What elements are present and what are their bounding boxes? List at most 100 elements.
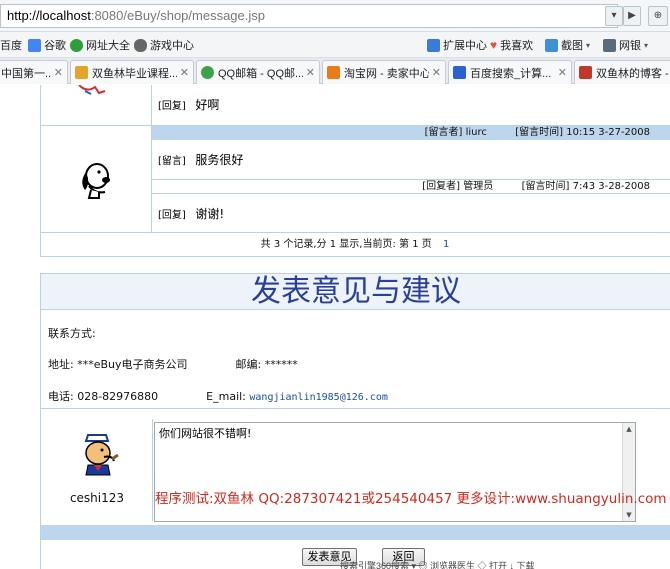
fav-like-label: 我喜欢 bbox=[500, 40, 534, 52]
page-link-1[interactable]: 1 bbox=[443, 239, 449, 250]
phone-line: 电话: 028-82976880 E_mail: wangjianlin1985@… bbox=[48, 388, 388, 404]
email-label: E_mail: bbox=[206, 390, 246, 403]
close-icon[interactable]: ✕ bbox=[177, 66, 189, 79]
tab-4[interactable]: 淘宝网 - 卖家中心 ✕ bbox=[322, 60, 446, 84]
snoopy-avatar-icon bbox=[82, 163, 110, 199]
tab-5-label: 百度搜索_计算... bbox=[470, 67, 552, 80]
fav-baidu-label: 百度 bbox=[0, 40, 22, 52]
fav-screenshot-label: 截图 bbox=[561, 40, 583, 52]
url-host: http://localhost bbox=[7, 8, 91, 23]
reply-tag: [回复] bbox=[158, 101, 186, 112]
form-title: 发表意见与建议 bbox=[41, 273, 670, 310]
heart-icon: ♥ bbox=[490, 38, 498, 52]
scissors-icon bbox=[545, 38, 558, 52]
tab-6-label: 双鱼林的博客 - bbox=[596, 67, 669, 80]
postcode-text: 邮编: ****** bbox=[235, 358, 298, 371]
poster-username: ceshi123 bbox=[69, 491, 125, 505]
fav-google-label: 谷歌 bbox=[44, 40, 66, 52]
close-icon[interactable]: ✕ bbox=[303, 66, 315, 79]
chevron-down-icon: ▾ bbox=[644, 40, 649, 50]
fav-screenshot[interactable]: 截图 ▾ bbox=[545, 37, 590, 53]
puzzle-icon bbox=[427, 38, 440, 52]
popeye-avatar-icon bbox=[84, 434, 119, 476]
google-icon bbox=[28, 38, 41, 52]
time-label: [留言时间] bbox=[515, 127, 564, 138]
message-2-meta: [留言者] liurc [留言时间] 10:15 3-27-2008 bbox=[152, 126, 670, 140]
fav-nav-label: 网址大全 bbox=[86, 40, 130, 52]
message-text: 服务很好 bbox=[195, 153, 244, 167]
pager-summary: 共 3 个记录,分 1 显示,当前页: 第 1 页 bbox=[260, 239, 432, 250]
fav-bank-label: 网银 bbox=[619, 40, 641, 52]
address-text: 地址: ***eBuy电子商务公司 bbox=[48, 358, 188, 371]
page-content: [回复] 好啊 [留言者] liurc [留言时间] 10:15 3-27-20… bbox=[0, 85, 670, 569]
tab-1-label: 中国第一... bbox=[1, 67, 51, 80]
tab-bar: 中国第一... ✕ 双鱼林毕业课程... ✕ QQ邮箱 - QQ邮... ✕ 淘… bbox=[0, 58, 670, 84]
fav-nav[interactable]: 网址大全 bbox=[70, 37, 130, 53]
taobao-icon bbox=[327, 66, 340, 79]
reply-author: 管理员 bbox=[463, 181, 494, 192]
fav-google[interactable]: 谷歌 bbox=[28, 37, 66, 53]
close-icon[interactable]: ✕ bbox=[429, 66, 441, 79]
author-label: [留言者] bbox=[424, 127, 463, 138]
qq-mail-icon bbox=[201, 66, 214, 79]
message-2-reply-row: [回复] 谢谢! bbox=[152, 195, 670, 233]
reply-text: 谢谢! bbox=[195, 207, 225, 221]
lock-icon bbox=[603, 38, 616, 52]
scroll-up-icon[interactable]: ▲ bbox=[623, 423, 635, 435]
poster-cell: ceshi123 bbox=[41, 419, 153, 521]
reply-text: 好啊 bbox=[195, 98, 220, 112]
reply-author-label: [回复者] bbox=[422, 181, 461, 192]
address-bar: http://localhost:8080/eBuy/shop/message.… bbox=[0, 0, 670, 32]
blog-icon bbox=[579, 66, 592, 79]
pagination: 共 3 个记录,分 1 显示,当前页: 第 1 页 1 bbox=[40, 233, 670, 257]
play-arrow-icon[interactable]: ▶ bbox=[623, 6, 641, 26]
fav-bank[interactable]: 网银 ▾ bbox=[603, 37, 648, 53]
author-name: liurc bbox=[465, 127, 487, 138]
fav-games[interactable]: 游戏中心 bbox=[134, 37, 194, 53]
tab-5[interactable]: 百度搜索_计算... ✕ bbox=[448, 60, 572, 84]
email-link[interactable]: wangjianlin1985@126.com bbox=[249, 392, 387, 403]
fav-extensions[interactable]: 扩展中心 bbox=[427, 37, 487, 53]
message-2-avatar-cell bbox=[41, 126, 152, 233]
tab-3-label: QQ邮箱 - QQ邮... bbox=[218, 67, 303, 80]
feedback-form: 发表意见与建议 联系方式: 地址: ***eBuy电子商务公司 邮编: *****… bbox=[40, 273, 670, 569]
chevron-down-icon: ▾ bbox=[586, 40, 591, 50]
tab-2-label: 双鱼林毕业课程... bbox=[92, 67, 177, 80]
tab-6[interactable]: 双鱼林的博客 - bbox=[574, 60, 670, 84]
close-icon[interactable]: ✕ bbox=[51, 66, 63, 79]
form-footer-strip bbox=[41, 525, 670, 540]
message-2-reply-meta: [回复者] 管理员 [留言时间] 7:43 3-28-2008 bbox=[152, 180, 670, 194]
status-bar: 搜索引擎360搜索 ▾ ◎ 浏览器医生 ◇ 打开 ↓ 下载 bbox=[340, 561, 535, 569]
message-list: [回复] 好啊 [留言者] liurc [留言时间] 10:15 3-27-20… bbox=[40, 85, 670, 257]
address-line: 地址: ***eBuy电子商务公司 邮编: ****** bbox=[48, 356, 298, 372]
fish-icon bbox=[75, 66, 88, 79]
fav-like[interactable]: ♥ 我喜欢 bbox=[490, 37, 533, 53]
close-icon[interactable]: ✕ bbox=[555, 66, 567, 79]
tab-4-label: 淘宝网 - 卖家中心 bbox=[344, 67, 429, 80]
phone-text: 电话: 028-82976880 bbox=[48, 390, 159, 403]
chevron-down-icon[interactable]: ▾ bbox=[605, 6, 623, 26]
globe-icon bbox=[70, 38, 83, 52]
reply-time: 7:43 3-28-2008 bbox=[572, 181, 650, 192]
url-path: :8080/eBuy/shop/message.jsp bbox=[90, 8, 265, 23]
fav-baidu[interactable]: 百度 bbox=[0, 37, 22, 53]
message-2-body: [留言] 服务很好 bbox=[152, 140, 670, 180]
tab-1[interactable]: 中国第一... ✕ bbox=[0, 60, 68, 84]
scroll-down-icon[interactable]: ▼ bbox=[623, 509, 635, 521]
textarea-value: 你们网站很不错啊! bbox=[159, 427, 252, 440]
tab-3[interactable]: QQ邮箱 - QQ邮... ✕ bbox=[196, 60, 320, 84]
tab-2[interactable]: 双鱼林毕业课程... ✕ bbox=[70, 60, 194, 84]
divider bbox=[41, 408, 670, 409]
favorites-bar: 百度 谷歌 网址大全 游戏中心 扩展中心 ♥ 我喜欢 截图 ▾ 网银 ▾ bbox=[0, 32, 670, 58]
watermark-text: 程序测试:双鱼林 QQ:287307421或254540457 更多设计:www… bbox=[155, 491, 667, 507]
fav-games-label: 游戏中心 bbox=[150, 40, 194, 52]
settings-circle-icon[interactable]: ⊕ bbox=[648, 6, 668, 26]
message-1-reply-row: [回复] 好啊 bbox=[152, 85, 670, 126]
url-input[interactable]: http://localhost:8080/eBuy/shop/message.… bbox=[0, 4, 618, 28]
message-time: 10:15 3-27-2008 bbox=[566, 127, 650, 138]
feedback-textarea[interactable]: 你们网站很不错啊! ▲ ▼ bbox=[154, 422, 636, 522]
avatar-partial-icon bbox=[78, 85, 106, 95]
reply-time-label: [留言时间] bbox=[521, 181, 570, 192]
message-tag: [留言] bbox=[158, 156, 186, 167]
fav-extensions-label: 扩展中心 bbox=[443, 40, 487, 52]
